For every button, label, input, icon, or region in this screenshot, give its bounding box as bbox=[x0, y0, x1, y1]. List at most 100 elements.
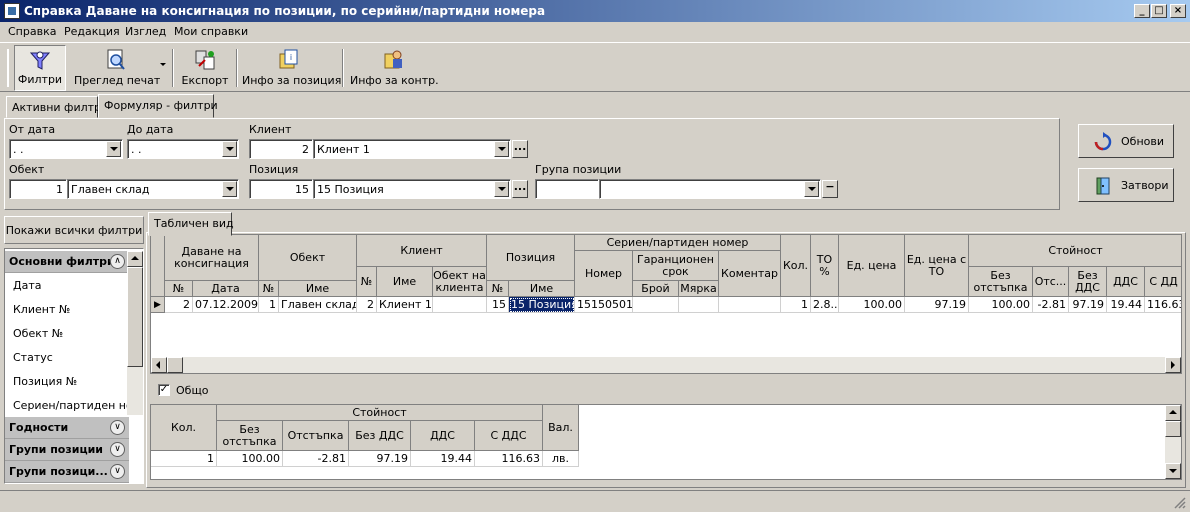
scroll-thumb[interactable] bbox=[1165, 421, 1181, 437]
client-select[interactable]: Клиент 1 bbox=[313, 139, 511, 159]
show-all-filters-button[interactable]: Покажи всички филтри bbox=[4, 216, 144, 244]
chevron-down-icon[interactable]: ∨ bbox=[110, 442, 125, 457]
tab-form-filters[interactable]: Формуляр - филтри bbox=[98, 94, 218, 118]
cell-serial-number[interactable]: 15150501 bbox=[575, 297, 633, 313]
scroll-left-icon[interactable] bbox=[151, 357, 167, 373]
group-item-groups[interactable]: Групи позиции ∨ bbox=[5, 439, 129, 461]
client-browse-button[interactable]: ... bbox=[512, 140, 528, 158]
cell-warranty-measure[interactable] bbox=[679, 297, 719, 313]
menu-my-reports[interactable]: Мои справки bbox=[174, 25, 248, 38]
chevron-down-icon[interactable] bbox=[494, 181, 509, 197]
chevron-down-icon[interactable]: ∨ bbox=[110, 464, 125, 479]
item-code-field[interactable]: 15 bbox=[249, 179, 313, 199]
refresh-icon bbox=[1094, 132, 1112, 151]
cell-no-vat[interactable]: 97.19 bbox=[1069, 297, 1107, 313]
tab-active-filters[interactable]: Активни филтри bbox=[6, 96, 108, 118]
totals-cell-qty[interactable]: 1 bbox=[151, 451, 217, 467]
cell-unit-price-to[interactable]: 97.19 bbox=[905, 297, 969, 313]
header-no-vat: Без ДДС bbox=[1069, 267, 1107, 297]
cell-client-name[interactable]: Клиент 1 bbox=[377, 297, 433, 313]
data-grid[interactable]: Даване на консигнация № Дата Обект № Име… bbox=[150, 234, 1182, 374]
cell-item-no[interactable]: 15 bbox=[487, 297, 509, 313]
totals-cell-currency[interactable]: лв. bbox=[543, 451, 579, 467]
cell-client-object[interactable] bbox=[433, 297, 487, 313]
totals-cell-vat[interactable]: 19.44 bbox=[411, 451, 475, 467]
export-button[interactable]: Експорт bbox=[180, 45, 230, 91]
grid-horizontal-scrollbar[interactable] bbox=[151, 357, 1181, 373]
total-checkbox[interactable]: ✓ bbox=[158, 384, 170, 396]
cell-client-no[interactable]: 2 bbox=[357, 297, 377, 313]
refresh-button[interactable]: Обнови bbox=[1078, 124, 1174, 158]
minimize-button[interactable]: _ bbox=[1134, 4, 1150, 18]
cell-with-vat[interactable]: 116.63 bbox=[1145, 297, 1181, 313]
scroll-down-icon[interactable] bbox=[1165, 463, 1181, 479]
chevron-up-icon[interactable]: ∧ bbox=[110, 254, 125, 269]
cell-doc-no[interactable]: 2 bbox=[165, 297, 193, 313]
filters-button[interactable]: Филтри bbox=[14, 45, 66, 91]
totals-cell-discount[interactable]: -2.81 bbox=[283, 451, 349, 467]
close-button[interactable]: Затвори bbox=[1078, 168, 1174, 202]
cell-comment[interactable] bbox=[719, 297, 781, 313]
scroll-up-icon[interactable] bbox=[127, 251, 143, 267]
item-group-code-field[interactable] bbox=[535, 179, 599, 199]
scroll-right-icon[interactable] bbox=[1165, 357, 1181, 373]
item-info-button[interactable]: i Инфо за позиция bbox=[242, 45, 341, 91]
group-item-groups-2[interactable]: Групи позици... ∨ bbox=[5, 461, 129, 483]
item-group-select[interactable] bbox=[599, 179, 821, 199]
menu-edit[interactable]: Редакция bbox=[64, 25, 120, 38]
totals-cell-with-vat[interactable]: 116.63 bbox=[475, 451, 543, 467]
chevron-down-icon[interactable] bbox=[106, 141, 121, 157]
group-basic-filters[interactable]: Основни филтри ∧ bbox=[5, 251, 129, 273]
chevron-down-icon[interactable] bbox=[222, 181, 237, 197]
item-browse-button[interactable]: ... bbox=[512, 180, 528, 198]
totals-vertical-scrollbar[interactable] bbox=[1165, 405, 1181, 479]
filter-item-status[interactable]: Статус bbox=[13, 351, 127, 364]
chevron-down-icon[interactable] bbox=[222, 141, 237, 157]
scroll-thumb[interactable] bbox=[167, 357, 183, 373]
contractor-info-button[interactable]: Инфо за контр. bbox=[350, 45, 439, 91]
to-date-picker[interactable]: . . bbox=[127, 139, 239, 159]
chevron-down-icon[interactable]: ∨ bbox=[110, 420, 125, 435]
object-select[interactable]: Главен склад bbox=[67, 179, 239, 199]
tab-table-view[interactable]: Табличен вид bbox=[148, 212, 234, 236]
resize-grip-icon[interactable] bbox=[1172, 495, 1186, 509]
filter-item-item-no[interactable]: Позиция № bbox=[13, 375, 127, 388]
item-select[interactable]: 15 Позиция bbox=[313, 179, 511, 199]
cell-object-name[interactable]: Главен склад bbox=[279, 297, 357, 313]
print-preview-dropdown-icon[interactable] bbox=[160, 61, 168, 69]
from-date-picker[interactable]: . . bbox=[9, 139, 123, 159]
cell-date[interactable]: 07.12.2009 bbox=[193, 297, 259, 313]
print-preview-button[interactable]: Преглед печат bbox=[74, 45, 160, 91]
menu-view[interactable]: Изглед bbox=[125, 25, 166, 38]
row-selector-icon[interactable]: ▶ bbox=[151, 297, 165, 313]
scroll-up-icon[interactable] bbox=[1165, 405, 1181, 421]
filter-item-client-no[interactable]: Клиент № bbox=[13, 303, 127, 316]
object-code-field[interactable]: 1 bbox=[9, 179, 67, 199]
totals-grid[interactable]: Кол. Стойност Без отстъпка Отстъпка Без … bbox=[150, 404, 1182, 480]
totals-cell-no-discount[interactable]: 100.00 bbox=[217, 451, 283, 467]
scroll-thumb[interactable] bbox=[127, 267, 143, 367]
cell-warranty-count[interactable] bbox=[633, 297, 679, 313]
close-window-button[interactable]: × bbox=[1170, 4, 1186, 18]
cell-object-no[interactable]: 1 bbox=[259, 297, 279, 313]
item-group-clear-button[interactable]: − bbox=[822, 180, 838, 198]
filter-item-date[interactable]: Дата bbox=[13, 279, 127, 292]
maximize-button[interactable]: □ bbox=[1151, 4, 1167, 18]
filter-item-object-no[interactable]: Обект № bbox=[13, 327, 127, 340]
chevron-down-icon[interactable] bbox=[494, 141, 509, 157]
cell-vat[interactable]: 19.44 bbox=[1107, 297, 1145, 313]
cell-item-name-selected[interactable]: 15 Позиция bbox=[509, 297, 575, 313]
cell-to-pct[interactable]: 2.8... bbox=[811, 297, 839, 313]
cell-qty[interactable]: 1 bbox=[781, 297, 811, 313]
cell-discount[interactable]: -2.81 bbox=[1033, 297, 1069, 313]
cell-no-discount[interactable]: 100.00 bbox=[969, 297, 1033, 313]
title-bar: Справка Даване на консигнация по позиции… bbox=[0, 0, 1190, 22]
totals-cell-no-vat[interactable]: 97.19 bbox=[349, 451, 411, 467]
menu-report[interactable]: Справка bbox=[8, 25, 56, 38]
cell-unit-price[interactable]: 100.00 bbox=[839, 297, 905, 313]
filter-item-serial-no[interactable]: Сериен/партиден ном bbox=[13, 399, 127, 412]
client-code-field[interactable]: 2 bbox=[249, 139, 313, 159]
group-expiry[interactable]: Годности ∨ bbox=[5, 417, 129, 439]
chevron-down-icon[interactable] bbox=[804, 181, 819, 197]
filter-list-scrollbar[interactable] bbox=[127, 251, 143, 415]
